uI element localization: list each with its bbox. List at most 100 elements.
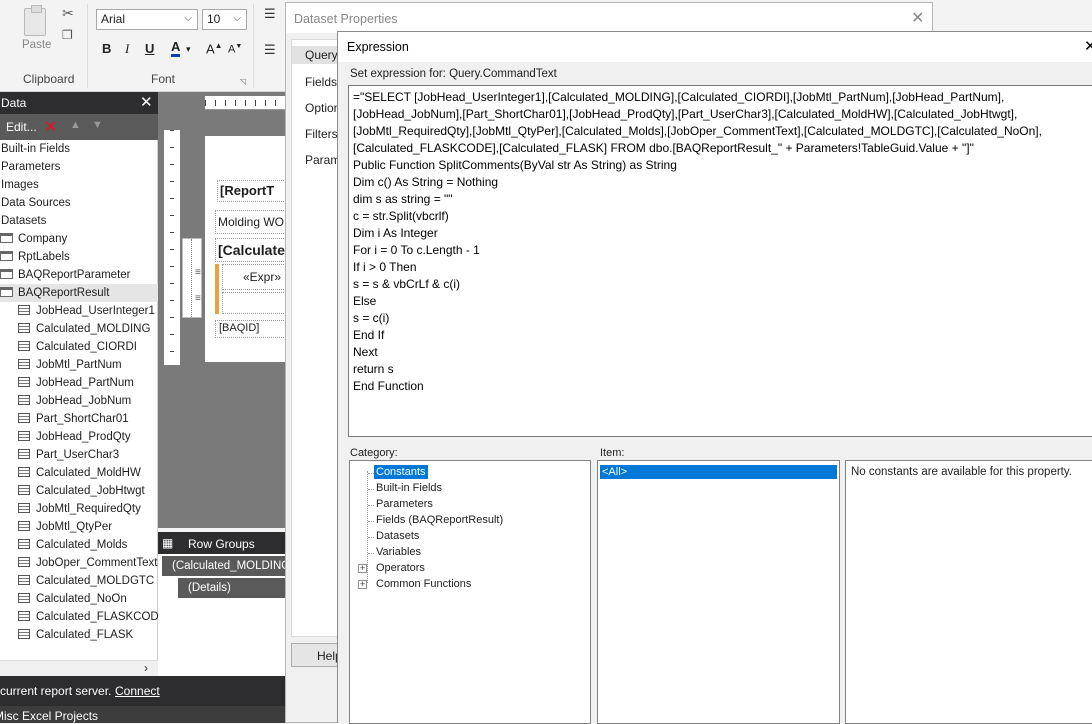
- row-group-item[interactable]: (Details): [178, 578, 290, 598]
- category-list[interactable]: Constants Built-in Fields Parameters Fields…: [349, 460, 591, 724]
- data-tree-item-label: Calculated_MoldHW: [36, 467, 141, 479]
- nav-item-parameters[interactable]: Parameters: [305, 153, 339, 167]
- align-icon[interactable]: ☰: [264, 7, 276, 20]
- taskbar-item[interactable]: Misc Excel Projects: [0, 709, 98, 723]
- data-tree-item-label: Calculated_Molds: [36, 539, 128, 551]
- expand-icon[interactable]: +: [358, 580, 367, 589]
- data-tree-item[interactable]: Calculated_Molds: [18, 536, 127, 554]
- move-up-icon[interactable]: ▲: [70, 119, 81, 131]
- data-tree-item[interactable]: JobMtl_PartNum: [18, 356, 122, 374]
- category-item[interactable]: Datasets: [374, 529, 421, 543]
- field-icon: [18, 412, 30, 423]
- close-icon[interactable]: ✕: [911, 8, 924, 28]
- category-item[interactable]: Variables: [374, 545, 423, 559]
- nav-item-fields[interactable]: Fields: [305, 75, 339, 89]
- connect-link[interactable]: Connect: [115, 684, 160, 698]
- data-tree-item[interactable]: Calculated_JobHtwgt: [18, 482, 145, 500]
- field-icon: [18, 340, 30, 351]
- align-left-icon[interactable]: ☰: [264, 42, 276, 58]
- horizontal-scrollbar[interactable]: ›: [0, 660, 158, 676]
- expand-icon[interactable]: +: [358, 564, 367, 573]
- data-tree-item[interactable]: Part_UserChar3: [18, 446, 119, 464]
- grow-font-button[interactable]: A▲: [206, 41, 223, 56]
- data-tree-item[interactable]: Data Sources: [1, 194, 71, 212]
- nav-item-query[interactable]: Query: [292, 46, 340, 64]
- category-item[interactable]: Operators: [374, 561, 427, 575]
- data-tree-item-label: JobHead_PartNum: [36, 377, 134, 389]
- bold-button[interactable]: B: [102, 41, 111, 56]
- molding-wo-cell[interactable]: Molding WO: [215, 210, 290, 234]
- data-tree-item[interactable]: JobMtl_RequiredQty: [18, 500, 141, 518]
- row-handle[interactable]: ≡ ≡: [182, 238, 202, 318]
- data-tree-item-label: Part_ShortChar01: [36, 413, 129, 425]
- data-tree: Built-in Fields Parameters Images Data Sour…: [0, 140, 158, 660]
- field-icon: [18, 610, 30, 621]
- scroll-right-icon[interactable]: ›: [144, 661, 148, 675]
- data-tree-item[interactable]: JobHead_UserInteger1: [18, 302, 155, 320]
- item-list[interactable]: <All>: [597, 460, 840, 724]
- edit-button[interactable]: Edit...: [6, 120, 37, 134]
- category-item[interactable]: Fields (BAQReportResult): [374, 513, 505, 527]
- data-tree-item[interactable]: JobHead_ProdQty: [18, 428, 131, 446]
- italic-button[interactable]: I: [125, 41, 129, 57]
- category-item[interactable]: Common Functions: [374, 577, 473, 591]
- data-tree-item[interactable]: Calculated_MOLDING: [18, 320, 150, 338]
- status-text: current report server.: [0, 684, 112, 698]
- data-tree-item[interactable]: Calculated_FLASKCODE: [18, 608, 158, 626]
- item-all[interactable]: <All>: [600, 465, 837, 479]
- data-tree-item[interactable]: JobOper_CommentText: [18, 554, 157, 572]
- data-tree-item[interactable]: Calculated_MoldHW: [18, 464, 141, 482]
- data-tree-item[interactable]: Calculated_CIORDI: [18, 338, 137, 356]
- font-color-button[interactable]: A: [171, 40, 181, 57]
- data-tree-item-label: Calculated_MOLDGTC: [36, 575, 155, 587]
- paste-label: Paste: [22, 39, 52, 51]
- data-tree-item[interactable]: Part_ShortChar01: [18, 410, 129, 428]
- data-tree-item[interactable]: Calculated_FLASK: [18, 626, 133, 644]
- move-down-icon[interactable]: ▼: [92, 119, 103, 131]
- chevron-down-icon[interactable]: ▾: [186, 44, 191, 55]
- data-tree-item[interactable]: Calculated_MOLDGTC: [18, 572, 154, 590]
- data-tree-item[interactable]: JobMtl_QtyPer: [18, 518, 112, 536]
- row-group-item[interactable]: (Calculated_MOLDING: [162, 556, 290, 576]
- close-icon[interactable]: ✕: [1084, 37, 1092, 55]
- report-title-textbox[interactable]: [ReportT: [217, 180, 290, 202]
- close-icon[interactable]: ✕: [140, 93, 153, 111]
- nav-item-options[interactable]: Options: [305, 101, 339, 115]
- chevron-down-icon: ⌵: [184, 13, 192, 24]
- shrink-font-button[interactable]: A▼: [228, 43, 242, 56]
- field-icon: [18, 376, 30, 387]
- calculated-cell[interactable]: [Calculate: [215, 238, 290, 262]
- data-tree-item[interactable]: BAQReportParameter: [0, 266, 131, 284]
- underline-button[interactable]: U: [145, 41, 154, 56]
- baqid-cell[interactable]: [BAQID]: [215, 320, 290, 338]
- data-tree-item[interactable]: Built-in Fields: [1, 140, 70, 158]
- delete-icon[interactable]: ✕: [44, 117, 57, 137]
- data-tree-item-label: Datasets: [1, 215, 47, 227]
- category-item[interactable]: Parameters: [374, 497, 435, 511]
- data-tree-item[interactable]: Datasets: [1, 212, 46, 230]
- data-tree-item[interactable]: BAQReportResult: [0, 284, 158, 302]
- cut-icon[interactable]: ✂: [62, 5, 74, 22]
- data-tree-item-label: Company: [18, 233, 68, 245]
- detail-cell[interactable]: [222, 292, 290, 314]
- font-size-select[interactable]: 10 ⌵: [202, 9, 247, 30]
- data-tree-item[interactable]: Parameters: [1, 158, 60, 176]
- data-tree-item[interactable]: Calculated_NoOn: [18, 590, 127, 608]
- expr-cell[interactable]: «Expr»: [222, 264, 290, 290]
- data-tree-item[interactable]: JobHead_PartNum: [18, 374, 134, 392]
- data-tree-item[interactable]: Company: [0, 230, 67, 248]
- category-item[interactable]: Constants: [374, 465, 428, 479]
- copy-icon[interactable]: ❐: [62, 28, 73, 42]
- group-divider: [87, 4, 88, 88]
- font-name-select[interactable]: Arial ⌵: [96, 9, 198, 30]
- data-tree-item[interactable]: Images: [1, 176, 39, 194]
- dialog-launcher-icon[interactable]: ◹: [240, 77, 246, 86]
- data-tree-item[interactable]: JobHead_JobNum: [18, 392, 131, 410]
- data-tree-item[interactable]: RptLabels: [0, 248, 70, 266]
- expression-textbox[interactable]: ="SELECT [JobHead_UserInteger1],[Calcula…: [348, 85, 1092, 437]
- data-pane-header: Data ✕: [0, 92, 158, 114]
- nav-item-filters[interactable]: Filters: [305, 127, 339, 141]
- category-item[interactable]: Built-in Fields: [374, 481, 444, 495]
- help-button[interactable]: Help: [291, 643, 342, 667]
- dataset-icon: [0, 250, 13, 261]
